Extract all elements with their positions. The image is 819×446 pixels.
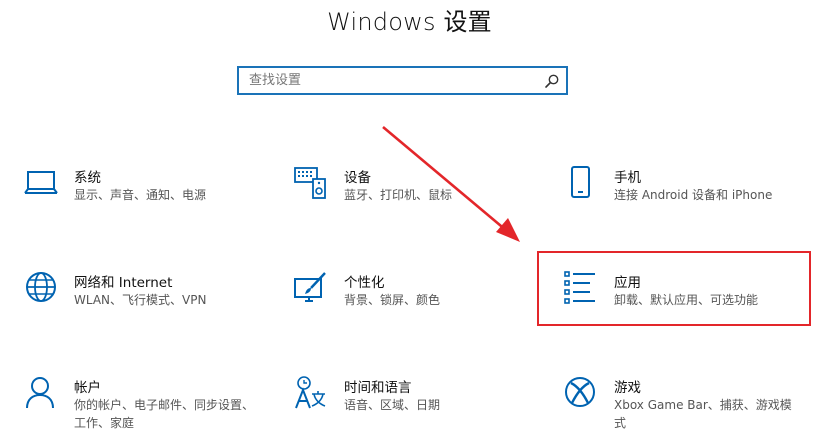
tile-personalization[interactable]: 个性化 背景、锁屏、颜色 <box>294 271 544 341</box>
tile-personalization-desc: 背景、锁屏、颜色 <box>344 293 441 307</box>
tile-network[interactable]: 网络和 Internet WLAN、飞行模式、VPN <box>24 271 274 341</box>
tile-personalization-name: 个性化 <box>344 275 385 291</box>
tile-time-language[interactable]: 时间和语言 语音、区域、日期 <box>294 376 544 446</box>
search-input[interactable] <box>239 68 549 93</box>
tile-accounts-desc: 你的帐户、电子邮件、同步设置、工作、家庭 <box>74 398 255 430</box>
xbox-icon <box>564 376 598 410</box>
tile-gaming[interactable]: 游戏 Xbox Game Bar、捕获、游戏模式 <box>564 376 814 446</box>
tile-gaming-name: 游戏 <box>614 380 641 396</box>
tile-time-language-desc: 语音、区域、日期 <box>344 398 441 412</box>
tile-gaming-desc: Xbox Game Bar、捕获、游戏模式 <box>614 398 792 430</box>
tile-system-name: 系统 <box>74 170 101 186</box>
tile-devices-desc: 蓝牙、打印机、鼠标 <box>344 188 453 202</box>
tile-accounts-name: 帐户 <box>74 380 101 396</box>
paintbrush-icon <box>294 271 328 305</box>
search-icon[interactable] <box>544 73 560 89</box>
tile-accounts[interactable]: 帐户 你的帐户、电子邮件、同步设置、工作、家庭 <box>24 376 274 446</box>
tile-network-desc: WLAN、飞行模式、VPN <box>74 293 207 307</box>
page-title: Windows 设置 <box>327 8 492 36</box>
time-language-icon <box>294 376 328 410</box>
tile-devices[interactable]: 设备 蓝牙、打印机、鼠标 <box>294 166 544 236</box>
tile-devices-name: 设备 <box>344 170 371 186</box>
tile-system[interactable]: 系统 显示、声音、通知、电源 <box>24 166 274 236</box>
devices-icon <box>294 166 328 200</box>
highlight-box <box>537 251 811 326</box>
search-box[interactable] <box>237 66 568 95</box>
tile-system-desc: 显示、声音、通知、电源 <box>74 188 207 202</box>
tile-network-name: 网络和 Internet <box>74 275 173 291</box>
tile-phone-name: 手机 <box>614 170 641 186</box>
globe-icon <box>24 271 58 305</box>
person-icon <box>24 376 58 410</box>
phone-icon <box>564 166 598 200</box>
tile-phone[interactable]: 手机 连接 Android 设备和 iPhone <box>564 166 814 236</box>
tile-time-language-name: 时间和语言 <box>344 380 412 396</box>
laptop-icon <box>24 166 58 200</box>
tile-phone-desc: 连接 Android 设备和 iPhone <box>614 188 773 202</box>
